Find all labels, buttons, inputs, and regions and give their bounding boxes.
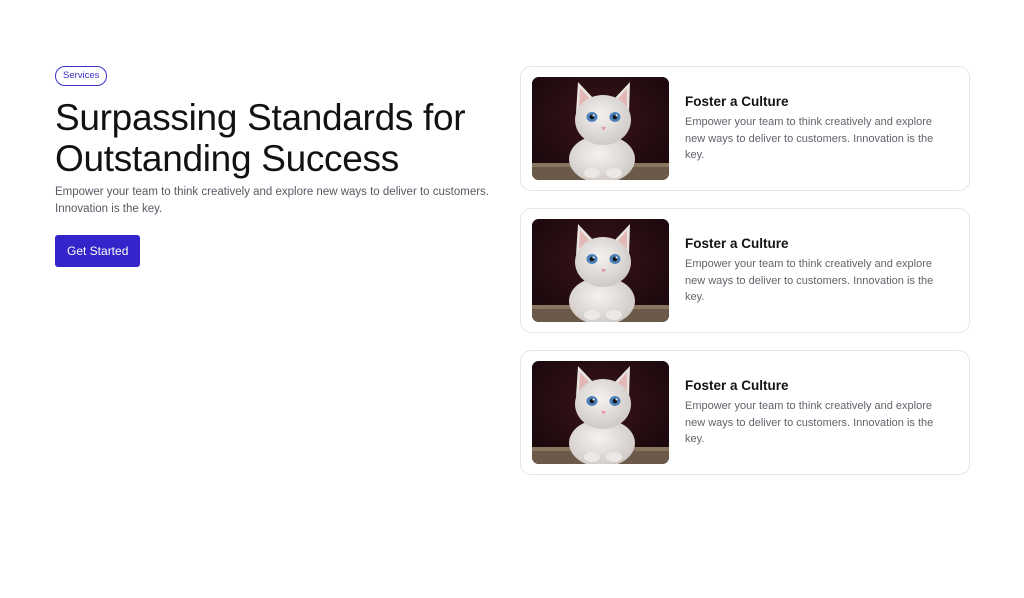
kitten-photo-icon <box>532 77 669 180</box>
hero-title-line-2: Outstanding Success <box>55 138 399 179</box>
card-description: Empower your team to think creatively an… <box>685 400 934 446</box>
feature-card: Foster a Culture Empower your team to th… <box>520 208 970 333</box>
get-started-button[interactable]: Get Started <box>55 235 141 267</box>
kitten-image <box>532 361 669 464</box>
hero-description: Empower your team to think creatively an… <box>55 186 489 215</box>
hero-section: Services Surpassing Standards for Outsta… <box>55 65 500 267</box>
feature-card: Foster a Culture Empower your team to th… <box>520 66 970 191</box>
feature-card: Foster a Culture Empower your team to th… <box>520 350 970 475</box>
kitten-image <box>532 219 669 322</box>
hero-title: Surpassing Standards for Outstanding Suc… <box>55 97 500 179</box>
kitten-photo-icon <box>532 361 669 464</box>
hero-title-line-1: Surpassing Standards for <box>55 97 466 138</box>
card-title: Foster a Culture <box>685 378 789 394</box>
feature-cards: Foster a Culture Empower your team to th… <box>520 66 970 492</box>
card-title: Foster a Culture <box>685 236 789 252</box>
card-description: Empower your team to think creatively an… <box>685 116 934 162</box>
kitten-photo-icon <box>532 219 669 322</box>
card-body: Foster a Culture Empower your team to th… <box>685 377 950 448</box>
card-body: Foster a Culture Empower your team to th… <box>685 93 950 164</box>
services-badge: Services <box>55 66 108 86</box>
card-title: Foster a Culture <box>685 94 789 110</box>
page: Services Surpassing Standards for Outsta… <box>0 0 1024 598</box>
kitten-image <box>532 77 669 180</box>
card-body: Foster a Culture Empower your team to th… <box>685 235 950 306</box>
card-description: Empower your team to think creatively an… <box>685 258 934 304</box>
